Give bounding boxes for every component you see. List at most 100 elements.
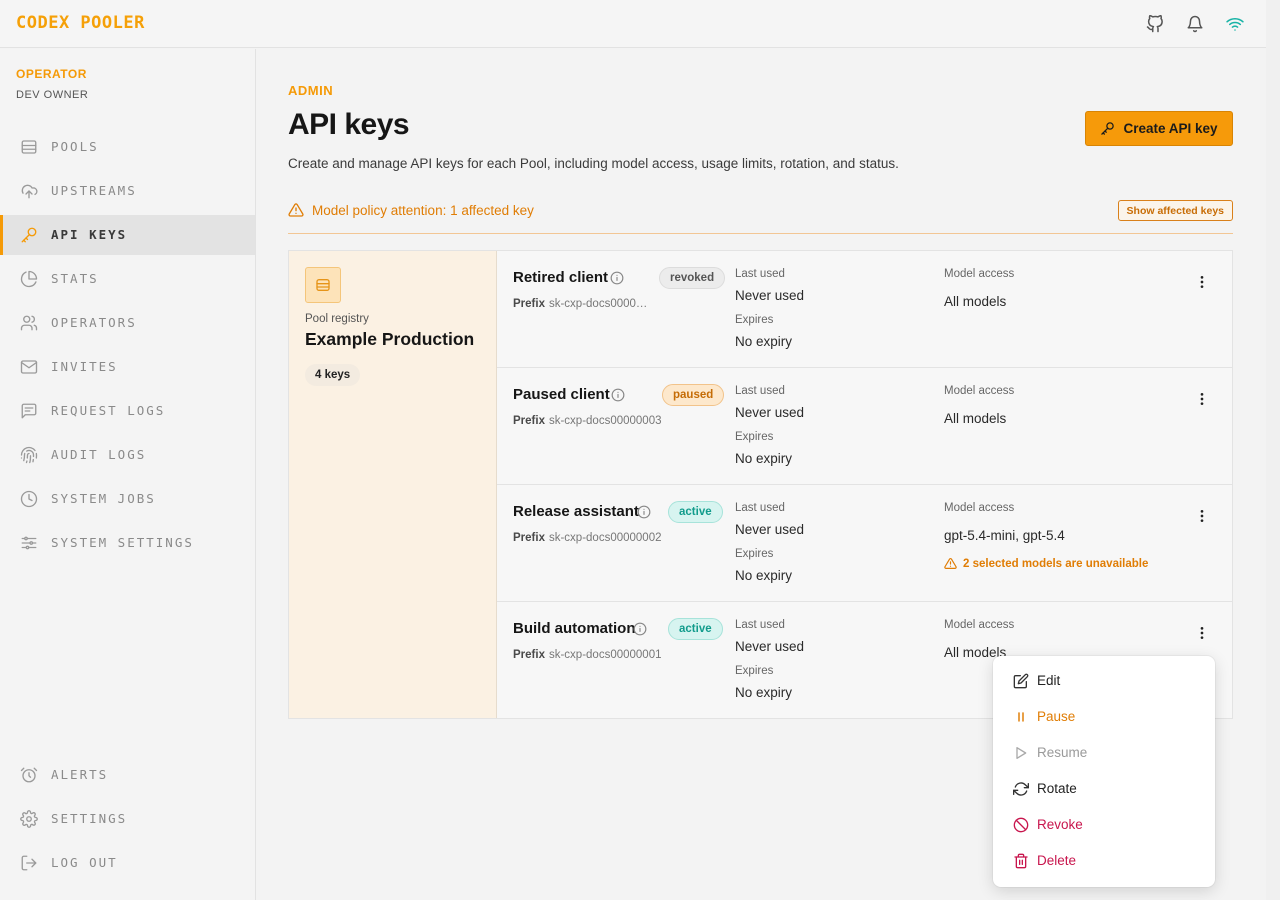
sidebar-item-pools[interactable]: POOLS [0,127,255,167]
sidebar-item-system-jobs[interactable]: SYSTEM JOBS [0,479,255,519]
fingerprint-icon [20,446,38,464]
pool-name: Example Production [305,329,475,349]
warning-icon [944,557,957,569]
info-icon[interactable] [611,388,625,402]
key-name: Retired client [513,269,609,286]
expires-label: Expires [735,665,774,677]
key-name: Paused client [513,386,610,403]
key-name: Release assistant [513,503,639,520]
sidebar-item-label: OPERATORS [51,315,137,330]
model-policy-alert: Model policy attention: 1 affected key S… [288,199,1233,234]
key-prefix: Prefix sk-cxp-docs00000001 [513,649,662,661]
operator-role: OPERATOR [16,67,87,81]
info-icon[interactable] [610,271,624,285]
more-options-icon[interactable] [1191,388,1213,410]
more-options-icon[interactable] [1191,622,1213,644]
bell-icon[interactable] [1184,13,1206,35]
alert-text: Model policy attention: 1 affected key [312,203,534,218]
key-prefix: Prefix sk-cxp-docs00000003 [513,415,662,427]
page-title: API keys [288,108,410,141]
sidebar-item-label: ALERTS [51,767,109,782]
sidebar-item-label: REQUEST LOGS [51,403,166,418]
info-icon[interactable] [633,622,647,636]
clock-icon [20,490,38,508]
status-badge: active [668,501,723,523]
expires-value: No expiry [735,568,793,583]
expires-label: Expires [735,314,774,326]
info-icon[interactable] [637,505,651,519]
sidebar-item-system-settings[interactable]: SYSTEM SETTINGS [0,523,255,563]
sidebar-item-label: INVITES [51,359,118,374]
sidebar-item-request-logs[interactable]: REQUEST LOGS [0,391,255,431]
menu-item-revoke[interactable]: Revoke [993,807,1215,843]
pool-panel: Pool registry Example Production 4 keys … [288,250,1233,719]
create-api-key-label: Create API key [1123,121,1218,136]
key-count-badge: 4 keys [305,364,361,386]
pool-registry-label: Pool registry [305,313,369,325]
wifi-icon[interactable] [1224,13,1246,35]
message-icon [20,402,38,420]
menu-item-label: Edit [1037,673,1061,688]
status-badge: active [668,618,723,640]
key-prefix: Prefix sk-cxp-docs00000002 [513,532,662,544]
menu-item-rotate[interactable]: Rotate [993,771,1215,807]
operator-name: DEV OWNER [16,89,89,101]
show-affected-keys-button[interactable]: Show affected keys [1117,200,1233,221]
warning-text: 2 selected models are unavailable [963,557,1149,570]
key-name: Build automation [513,620,636,637]
sidebar-item-log-out[interactable]: LOG OUT [0,843,255,883]
sidebar-item-label: SYSTEM JOBS [51,491,156,506]
breadcrumb: ADMIN [288,83,334,98]
pool-summary: Pool registry Example Production 4 keys [289,251,497,718]
menu-item-edit[interactable]: Edit [993,663,1215,699]
key-row: Release assistant active Prefix sk-cxp-do… [497,485,1232,602]
key-prefix: Prefixsk-cxp-docs000000… [513,298,648,310]
github-icon[interactable] [1144,13,1166,35]
menu-item-delete[interactable]: Delete [993,843,1215,879]
sidebar-item-stats[interactable]: STATS [0,259,255,299]
expires-value: No expiry [735,451,793,466]
menu-item-label: Resume [1037,745,1088,760]
model-access-value: gpt-5.4-mini, gpt-5.4 [944,528,1065,543]
database-icon [316,279,330,291]
create-api-key-button[interactable]: Create API key [1085,111,1233,146]
model-access-value: All models [944,294,1007,309]
model-access-label: Model access [944,502,1015,514]
menu-item-label: Delete [1037,853,1077,868]
last-used-label: Last used [735,619,785,631]
status-badge: revoked [659,267,726,289]
top-bar: CODEX POOLER [0,0,1266,48]
model-access-value: All models [944,411,1007,426]
key-icon [1101,122,1115,135]
sidebar-item-audit-logs[interactable]: AUDIT LOGS [0,435,255,475]
pool-icon [305,267,341,303]
sidebar-item-operators[interactable]: OPERATORS [0,303,255,343]
menu-item-resume[interactable]: Resume [993,735,1215,771]
menu-item-pause[interactable]: Pause [993,699,1215,735]
expires-label: Expires [735,431,774,443]
last-used-label: Last used [735,502,785,514]
sidebar-item-settings[interactable]: SETTINGS [0,799,255,839]
last-used-label: Last used [735,268,785,280]
sliders-icon [20,534,38,552]
sidebar: OPERATOR DEV OWNER POOLS UPSTREAMS API K… [0,49,256,900]
menu-item-label: Revoke [1037,817,1083,832]
last-used-value: Never used [735,639,805,654]
scrollbar-track[interactable] [1266,0,1280,900]
cloud-upload-icon [20,182,38,200]
logout-icon [20,854,38,872]
sidebar-item-api-keys[interactable]: API KEYS [0,215,255,255]
model-access-label: Model access [944,268,1015,280]
models-unavailable-warning: 2 selected models are unavailable [944,557,1148,570]
brand-logo[interactable]: CODEX POOLER [16,13,145,33]
sidebar-item-invites[interactable]: INVITES [0,347,255,387]
sidebar-item-alerts[interactable]: ALERTS [0,755,255,795]
refresh-icon [1013,781,1029,797]
expires-value: No expiry [735,685,793,700]
sidebar-item-upstreams[interactable]: UPSTREAMS [0,171,255,211]
users-icon [20,314,38,332]
more-options-icon[interactable] [1191,505,1213,527]
sidebar-item-label: POOLS [51,139,99,154]
sidebar-item-label: SETTINGS [51,811,128,826]
more-options-icon[interactable] [1191,271,1213,293]
